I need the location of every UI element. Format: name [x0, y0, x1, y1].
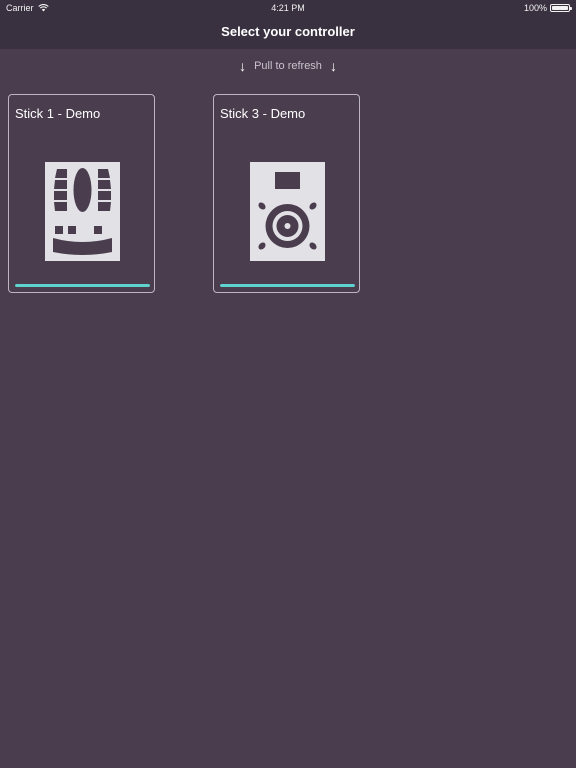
joystick-controller-icon — [45, 162, 120, 261]
speaker-controller-icon — [250, 162, 325, 261]
status-right: 100% — [523, 3, 572, 13]
controller-card[interactable]: Stick 3 - Demo — [213, 94, 360, 293]
controller-progress-fill — [220, 284, 355, 287]
status-bar: Carrier 4:21 PM 100% — [0, 0, 576, 16]
controller-progress-fill — [15, 284, 150, 287]
controller-card[interactable]: Stick 1 - Demo — [8, 94, 155, 293]
nav-bar: Select your controller — [0, 16, 576, 49]
battery-icon — [550, 4, 572, 12]
controller-name: Stick 3 - Demo — [220, 106, 306, 121]
status-time: 4:21 PM — [271, 3, 305, 13]
down-arrow-icon: ↓ — [239, 58, 247, 74]
battery-level — [552, 6, 568, 10]
controller-progress-bar — [220, 284, 355, 287]
page-title: Select your controller — [221, 24, 355, 39]
pull-to-refresh-hint[interactable]: ↓ Pull to refresh ↓ — [0, 59, 576, 73]
controller-progress-bar — [15, 284, 150, 287]
pull-to-refresh-label: Pull to refresh — [254, 60, 322, 72]
controller-name: Stick 1 - Demo — [15, 106, 101, 121]
battery-percent: 100% — [523, 3, 547, 13]
down-arrow-icon: ↓ — [329, 58, 337, 74]
